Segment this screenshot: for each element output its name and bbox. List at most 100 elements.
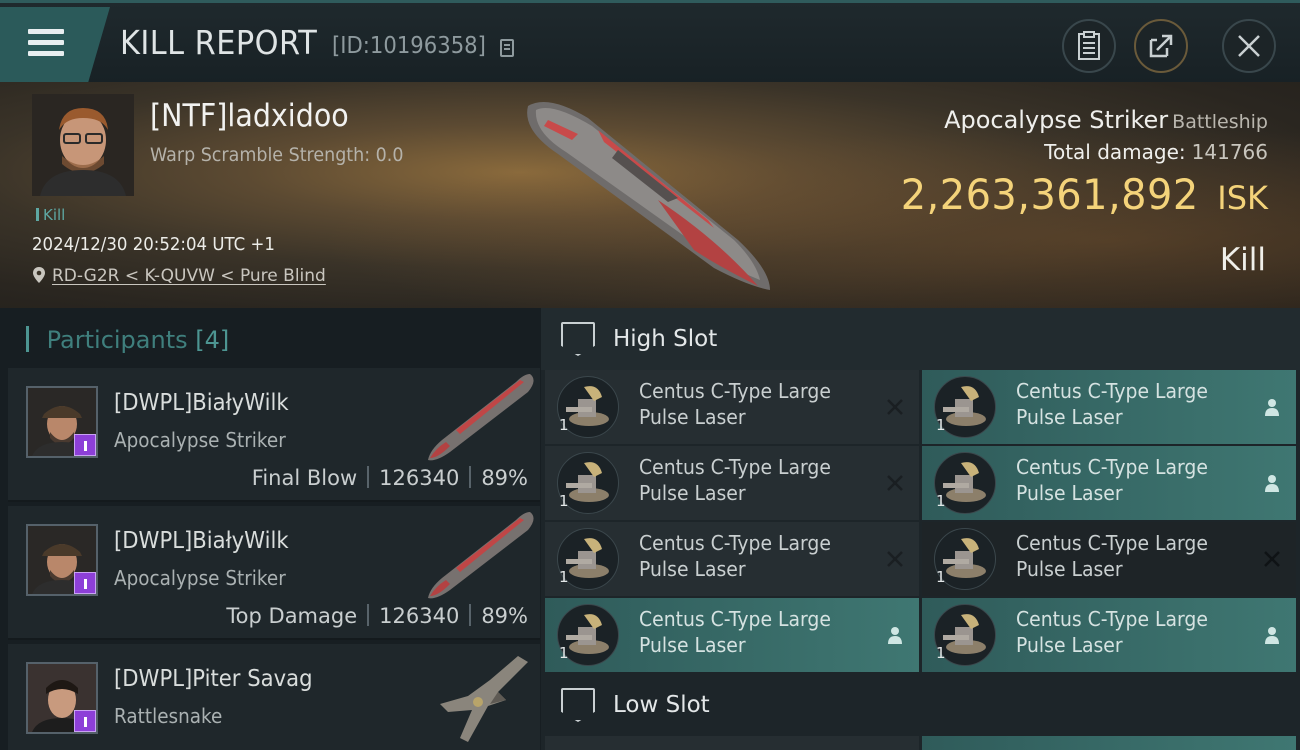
victim-ship-name[interactable]: Apocalypse Striker Battleship bbox=[944, 106, 1268, 134]
dropped-person-icon bbox=[883, 623, 907, 647]
module-name-line1: Centus C-Type Large bbox=[639, 379, 831, 403]
kill-tag: Kill bbox=[36, 206, 65, 224]
dropped-person-icon bbox=[1260, 623, 1284, 647]
module-name-line2: Pulse Laser bbox=[639, 481, 746, 505]
module-quantity: 1 bbox=[559, 492, 569, 510]
module-slot[interactable]: 1 Centus C-Type Large Pulse Laser bbox=[545, 522, 919, 596]
module-slot[interactable] bbox=[922, 736, 1296, 750]
high-slot-icon bbox=[561, 322, 595, 356]
fitting-panel: High Slot 1 Centus C-Type Large Pulse Las… bbox=[541, 308, 1300, 750]
module-quantity: 1 bbox=[936, 416, 946, 434]
ship-class: Battleship bbox=[1172, 111, 1268, 133]
module-slot[interactable]: 1 Centus C-Type Large Pulse Laser bbox=[545, 370, 919, 444]
module-name: Centus C-Type Large Pulse Laser bbox=[639, 530, 855, 582]
module-name-line1: Centus C-Type Large bbox=[1016, 531, 1208, 555]
module-name-line2: Pulse Laser bbox=[639, 405, 746, 429]
isk-value: 2,263,361,892 bbox=[901, 170, 1200, 219]
participant-percent: 89% bbox=[481, 466, 528, 490]
participant-percent: 89% bbox=[481, 604, 528, 628]
alliance-badge-icon bbox=[74, 572, 96, 594]
module-name: Centus C-Type Large Pulse Laser bbox=[1016, 454, 1232, 506]
participant-name[interactable]: [DWPL]BiałyWilk bbox=[114, 528, 289, 554]
dropped-person-icon bbox=[1260, 471, 1284, 495]
isk-unit: ISK bbox=[1217, 179, 1268, 217]
low-slot-title: Low Slot bbox=[613, 692, 710, 718]
kill-result-label: Kill bbox=[1219, 242, 1266, 278]
module-name-line1: Centus C-Type Large bbox=[1016, 379, 1208, 403]
share-icon bbox=[1149, 34, 1173, 58]
module-name-line2: Pulse Laser bbox=[1016, 405, 1123, 429]
module-slot[interactable]: 1 Centus C-Type Large Pulse Laser bbox=[545, 446, 919, 520]
participant-ship-image bbox=[428, 374, 534, 461]
isk-value-row: 2,263,361,892 ISK bbox=[885, 170, 1268, 219]
module-name: Centus C-Type Large Pulse Laser bbox=[1016, 606, 1232, 658]
participants-header: Participants [4] bbox=[26, 326, 230, 354]
module-name-line2: Pulse Laser bbox=[639, 557, 746, 581]
kill-location[interactable]: RD-G2R < K-QUVW < Pure Blind bbox=[32, 266, 326, 286]
module-name: Centus C-Type Large Pulse Laser bbox=[639, 606, 855, 658]
participant-role: Final Blow bbox=[251, 466, 358, 490]
participant-ship: Apocalypse Striker bbox=[114, 566, 286, 590]
kill-timestamp: 2024/12/30 20:52:04 UTC +1 bbox=[32, 234, 275, 255]
participant-damage: 126340 bbox=[379, 466, 460, 490]
module-slot[interactable]: 1 Centus C-Type Large Pulse Laser bbox=[922, 370, 1296, 444]
module-name-line2: Pulse Laser bbox=[1016, 633, 1123, 657]
destroyed-x-icon bbox=[1260, 547, 1284, 571]
participant-card[interactable]: [DWPL]BiałyWilk Apocalypse Striker Top D… bbox=[8, 506, 540, 640]
module-name-line1: Centus C-Type Large bbox=[1016, 455, 1208, 479]
module-slot[interactable]: 1 Centus C-Type Large Pulse Laser bbox=[545, 598, 919, 672]
participants-panel: Participants [4] [DWPL]BiałyWilk Apocaly… bbox=[0, 308, 541, 750]
module-name-line1: Centus C-Type Large bbox=[1016, 607, 1208, 631]
total-damage: Total damage: 141766 bbox=[1044, 140, 1268, 164]
victim-avatar[interactable] bbox=[32, 94, 134, 196]
close-button[interactable] bbox=[1222, 19, 1276, 73]
location-link[interactable]: RD-G2R < K-QUVW < Pure Blind bbox=[52, 266, 326, 286]
module-name: Centus C-Type Large Pulse Laser bbox=[1016, 378, 1232, 430]
close-icon bbox=[1238, 35, 1260, 57]
clipboard-button[interactable] bbox=[1062, 19, 1116, 73]
module-quantity: 1 bbox=[559, 416, 569, 434]
participant-ship-image bbox=[440, 656, 528, 742]
module-slot[interactable] bbox=[545, 736, 919, 750]
module-slot[interactable]: 1 Centus C-Type Large Pulse Laser bbox=[922, 598, 1296, 672]
module-name: Centus C-Type Large Pulse Laser bbox=[1016, 530, 1232, 582]
participant-name[interactable]: [DWPL]BiałyWilk bbox=[114, 390, 289, 416]
destroyed-x-icon bbox=[883, 547, 907, 571]
victim-ship-image bbox=[527, 102, 770, 290]
module-name-line1: Centus C-Type Large bbox=[639, 531, 831, 555]
high-slot-title: High Slot bbox=[613, 326, 718, 352]
participant-ship-image bbox=[428, 512, 534, 599]
module-slot[interactable]: 1 Centus C-Type Large Pulse Laser bbox=[922, 446, 1296, 520]
participant-ship: Rattlesnake bbox=[114, 704, 223, 728]
module-quantity: 1 bbox=[936, 492, 946, 510]
victim-banner: [NTF]ladxidoo Warp Scramble Strength: 0.… bbox=[0, 82, 1300, 308]
participant-role: Top Damage bbox=[226, 604, 358, 628]
destroyed-x-icon bbox=[883, 395, 907, 419]
warp-scramble-strength: Warp Scramble Strength: 0.0 bbox=[150, 144, 404, 166]
ship-name-text: Apocalypse Striker bbox=[944, 106, 1169, 134]
module-name: Centus C-Type Large Pulse Laser bbox=[639, 454, 855, 506]
module-quantity: 1 bbox=[936, 644, 946, 662]
participants-count: [4] bbox=[195, 326, 230, 354]
page-title: KILL REPORT bbox=[120, 23, 318, 62]
clipboard-icon bbox=[1078, 31, 1100, 60]
module-quantity: 1 bbox=[559, 644, 569, 662]
participant-name[interactable]: [DWPL]Piter Savag bbox=[114, 666, 313, 692]
participant-card[interactable]: [DWPL]Piter Savag Rattlesnake bbox=[8, 644, 540, 750]
header-bar: KILL REPORT [ID:10196358] bbox=[0, 0, 1300, 83]
participant-damage: 126340 bbox=[379, 604, 460, 628]
module-slot[interactable]: 1 Centus C-Type Large Pulse Laser bbox=[922, 522, 1296, 596]
participant-card[interactable]: [DWPL]BiałyWilk Apocalypse Striker Final… bbox=[8, 368, 540, 502]
location-pin-icon bbox=[33, 267, 45, 283]
report-id: [ID:10196358] bbox=[332, 33, 486, 59]
menu-button[interactable] bbox=[0, 7, 110, 83]
module-name: Centus C-Type Large Pulse Laser bbox=[639, 378, 855, 430]
module-name-line2: Pulse Laser bbox=[639, 633, 746, 657]
victim-name[interactable]: [NTF]ladxidoo bbox=[150, 98, 349, 134]
module-quantity: 1 bbox=[559, 568, 569, 586]
copy-icon[interactable] bbox=[500, 39, 514, 57]
participant-ship: Apocalypse Striker bbox=[114, 428, 286, 452]
total-damage-label: Total damage: bbox=[1044, 140, 1186, 164]
module-name-line1: Centus C-Type Large bbox=[639, 607, 831, 631]
share-button[interactable] bbox=[1134, 19, 1188, 73]
